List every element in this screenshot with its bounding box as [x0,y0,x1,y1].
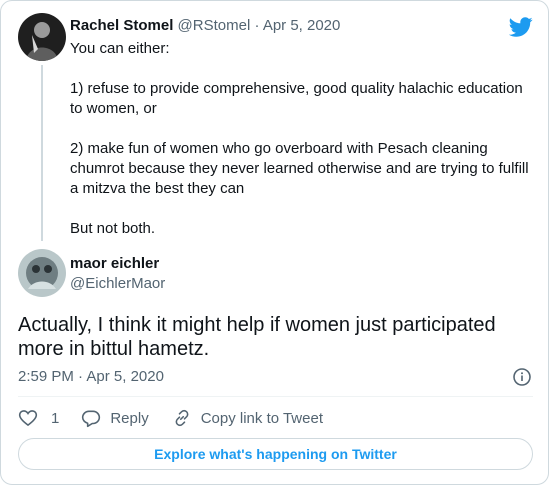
tweet-actions-bar: 1 Reply Copy link to Tweet [18,406,323,430]
meta-separator: · [254,17,260,34]
heart-icon [18,408,38,428]
parent-tweet-line-5: chumrot because they never learned other… [70,160,529,177]
parent-tweet-line-1: You can either: [70,40,170,57]
reply-author-avatar[interactable] [18,249,66,297]
explore-label: Explore what's happening on Twitter [154,446,397,462]
link-icon [172,408,192,428]
reply-text-line-2: more in bittul hametz. [18,338,210,360]
parent-tweet-header: Rachel Stomel @RStomel · Apr 5, 2020 [70,17,340,34]
reply-author-name[interactable]: maor eichler [70,255,159,272]
parent-author-handle[interactable]: @RStomel [178,17,251,34]
thread-connector-line [41,65,43,241]
parent-tweet-line-6: a mitzva the best they can [70,180,245,197]
copy-link-button[interactable]: Copy link to Tweet [172,408,323,428]
parent-tweet-line-7: But not both. [70,220,156,237]
twitter-bird-icon[interactable] [508,15,533,39]
divider [18,396,533,397]
explore-twitter-button[interactable]: Explore what's happening on Twitter [18,438,533,470]
embedded-tweet-card: Rachel Stomel @RStomel · Apr 5, 2020 You… [0,0,549,485]
parent-tweet-line-4: 2) make fun of women who go overboard wi… [70,140,488,157]
copy-link-label: Copy link to Tweet [200,409,323,427]
reply-date[interactable]: Apr 5, 2020 [86,368,164,385]
reply-bubble-icon [81,408,101,428]
reply-time[interactable]: 2:59 PM [18,368,74,385]
reply-author-handle[interactable]: @EichlerMaor [70,275,165,292]
reply-label: Reply [110,409,149,427]
like-count: 1 [51,409,60,427]
parent-author-avatar[interactable] [18,13,66,61]
reply-button[interactable]: Reply [81,408,149,428]
parent-author-name[interactable]: Rachel Stomel [70,17,173,34]
reply-text-line-1: Actually, I think it might help if women… [18,314,496,336]
parent-tweet-line-2: 1) refuse to provide comprehensive, good… [70,80,523,97]
parent-tweet-line-3: to women, or [70,100,157,117]
reply-timestamp[interactable]: 2:59 PM · Apr 5, 2020 [18,368,164,385]
like-button[interactable]: 1 [18,408,59,428]
info-icon[interactable] [512,367,532,387]
reply-tweet-text: Actually, I think it might help if women… [18,313,528,361]
meta-separator: · [78,368,84,385]
parent-tweet-date[interactable]: Apr 5, 2020 [263,17,341,34]
